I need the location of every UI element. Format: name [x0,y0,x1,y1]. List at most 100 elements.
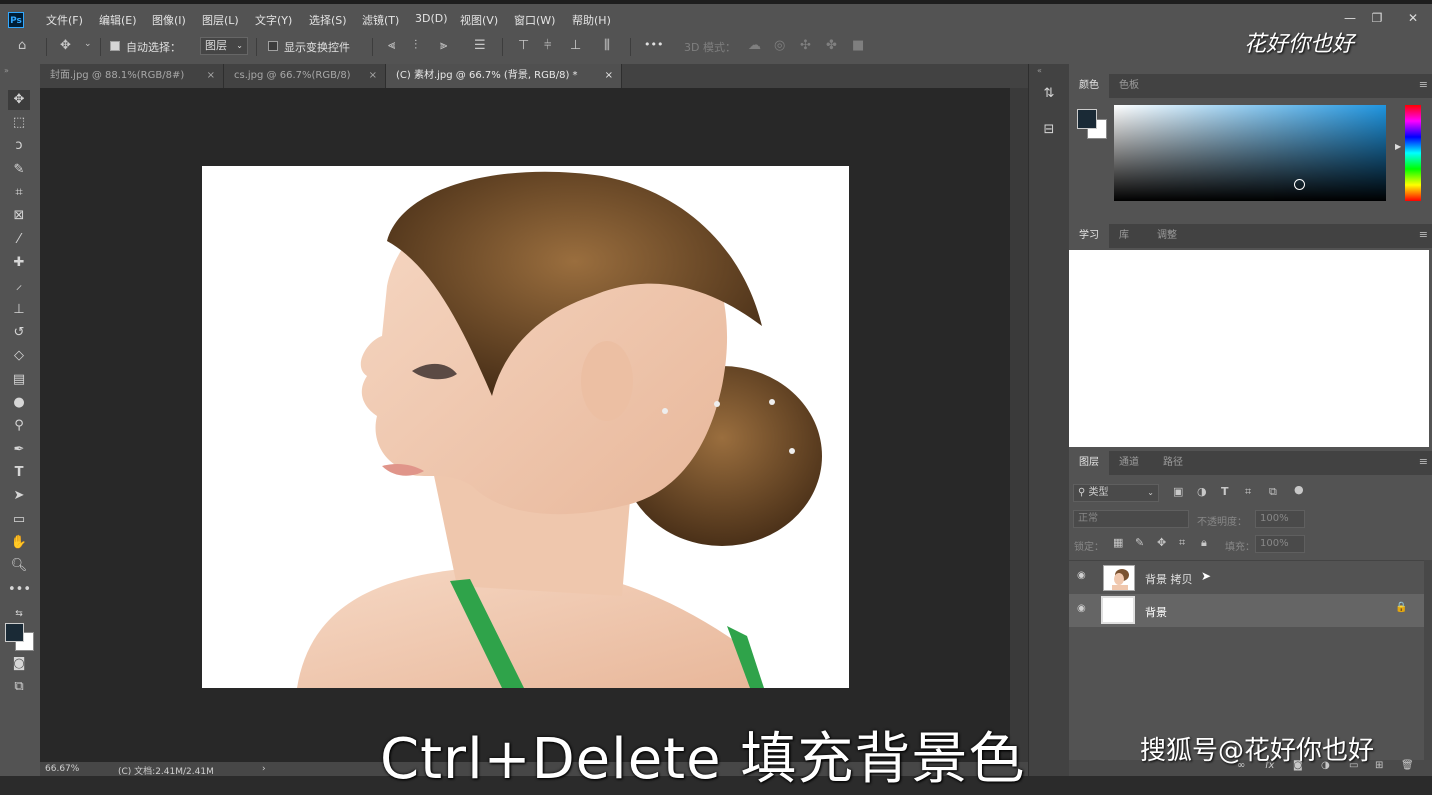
menu-3d[interactable]: 3D(D) [415,12,448,25]
blur-tool-icon[interactable]: ● [8,393,30,413]
menu-file[interactable]: 文件(F) [46,12,83,28]
document-canvas[interactable] [202,166,849,688]
tab-learn[interactable]: 学习 [1069,224,1109,248]
path-select-icon[interactable]: ➤ [8,486,30,506]
more-tools-icon[interactable]: ••• [8,580,31,600]
menu-image[interactable]: 图像(I) [152,12,186,28]
rectangle-tool-icon[interactable]: ▭ [8,510,30,530]
history-panel-icon[interactable]: ⇅ [1038,84,1060,104]
align-right-icon[interactable]: ⫸ [440,38,447,53]
quick-select-tool-icon[interactable]: ✎ [8,160,30,180]
chevron-down-icon[interactable]: ⌄ [84,39,92,49]
panel-menu-icon[interactable]: ≡ [1419,78,1428,91]
filter-pixel-icon[interactable]: ▣ [1173,485,1183,498]
foreground-color-swatch[interactable] [1077,109,1097,129]
lock-artboard-icon[interactable]: ⌗ [1179,536,1185,550]
hue-slider[interactable] [1405,105,1421,201]
blend-mode-dropdown[interactable]: 正常 [1073,510,1189,528]
tab-color[interactable]: 颜色 [1069,74,1109,98]
status-arrow-icon[interactable]: › [262,764,266,774]
tab-cover[interactable]: 封面.jpg @ 88.1%(RGB/8#) × [40,64,224,88]
filter-toggle-icon[interactable]: ● [1294,483,1304,496]
menu-layer[interactable]: 图层(L) [202,12,239,28]
distribute-vertical-icon[interactable]: ⫼ [604,38,610,53]
layers-scrollbar[interactable] [1424,560,1432,760]
tab-swatches[interactable]: 色板 [1109,74,1149,98]
tab-libraries[interactable]: 库 [1109,224,1139,248]
delete-layer-icon[interactable]: 🗑︎ [1401,760,1414,771]
menu-edit[interactable]: 编辑(E) [99,12,137,28]
minimize-button[interactable]: — [1339,10,1361,26]
distribute-icon[interactable]: ☰ [474,38,486,53]
restore-button[interactable]: ❐ [1366,10,1388,26]
foreground-color-swatch[interactable] [5,623,24,642]
collapse-icon[interactable]: « [1037,66,1042,75]
more-options-icon[interactable]: ••• [644,38,663,51]
new-layer-icon[interactable]: ⊞ [1375,760,1383,771]
align-middle-icon[interactable]: ⫩ [544,38,551,53]
vertical-scrollbar[interactable] [1010,88,1028,762]
filter-type-icon[interactable]: T [1221,485,1229,498]
stamp-tool-icon[interactable]: ⊥ [8,300,30,320]
menu-type[interactable]: 文字(Y) [255,12,292,28]
menu-filter[interactable]: 滤镜(T) [362,12,399,28]
tab-adjustments[interactable]: 调整 [1147,224,1187,248]
auto-select-target-dropdown[interactable]: 图层 ⌄ [200,37,248,55]
menu-window[interactable]: 窗口(W) [514,12,555,28]
eyedropper-tool-icon[interactable]: ⁄ [8,230,30,250]
close-icon[interactable]: × [605,64,613,88]
hand-tool-icon[interactable]: ✋ [8,533,30,553]
history-brush-icon[interactable]: ↺ [8,323,30,343]
screen-mode-icon[interactable]: ⧉ [8,677,30,697]
home-icon[interactable]: ⌂ [18,38,26,53]
eraser-tool-icon[interactable]: ◇ [8,346,30,366]
tab-paths[interactable]: 路径 [1153,451,1193,475]
layer-row-selected[interactable]: ◉ 背景 🔒 [1069,594,1424,627]
crop-tool-icon[interactable]: ⌗ [8,183,30,203]
visibility-eye-icon[interactable]: ◉ [1077,603,1086,614]
tab-cs[interactable]: cs.jpg @ 66.7%(RGB/8) × [224,64,386,88]
menu-help[interactable]: 帮助(H) [572,12,611,28]
menu-select[interactable]: 选择(S) [309,12,347,28]
close-icon[interactable]: × [207,64,215,88]
lock-all-icon[interactable]: 🔒︎ [1201,536,1207,550]
show-transform-checkbox[interactable] [268,41,278,51]
lasso-tool-icon[interactable]: ↄ [8,136,30,156]
brush-tool-icon[interactable]: ⸝ [8,276,30,296]
panel-menu-icon[interactable]: ≡ [1419,228,1428,241]
move-tool-icon[interactable]: ✥ [60,38,71,53]
panel-menu-icon[interactable]: ≡ [1419,455,1428,468]
tab-channels[interactable]: 通道 [1109,451,1149,475]
pen-tool-icon[interactable]: ✒ [8,440,30,460]
frame-tool-icon[interactable]: ⊠ [8,206,30,226]
healing-brush-icon[interactable]: ✚ [8,253,30,273]
menu-view[interactable]: 视图(V) [460,12,498,28]
gradient-tool-icon[interactable]: ▤ [8,370,30,390]
align-top-icon[interactable]: ⊤ [518,38,529,53]
filter-adjustment-icon[interactable]: ◑ [1197,485,1207,498]
marquee-tool-icon[interactable]: ⬚ [8,113,30,133]
layer-row[interactable]: ◉ 背景 拷贝 ➤ [1069,560,1424,594]
layer-filter-dropdown[interactable]: ⚲ 类型 ⌄ [1073,484,1159,502]
visibility-eye-icon[interactable]: ◉ [1077,570,1086,581]
type-tool-icon[interactable]: T [8,463,30,483]
tab-material[interactable]: (C) 素材.jpg @ 66.7% (背景, RGB/8) * × [386,64,622,88]
dodge-tool-icon[interactable]: ⚲ [8,416,30,436]
close-window-button[interactable]: ✕ [1402,10,1424,26]
lock-transparent-icon[interactable]: ▦ [1113,536,1123,549]
color-spectrum[interactable] [1114,105,1386,201]
tab-layers[interactable]: 图层 [1069,451,1109,475]
zoom-level[interactable]: 66.67% [45,764,79,774]
properties-panel-icon[interactable]: ⊟ [1038,120,1060,140]
collapse-icon[interactable]: » [4,66,9,75]
fill-field[interactable]: 100% [1255,535,1305,553]
swap-colors-icon[interactable]: ⇆ [8,604,30,624]
align-bottom-icon[interactable]: ⊥ [570,38,581,53]
filter-shape-icon[interactable]: ⌗ [1245,485,1251,499]
align-left-icon[interactable]: ⫷ [388,38,395,53]
close-icon[interactable]: × [369,64,377,88]
auto-select-checkbox[interactable] [110,41,120,51]
quick-mask-icon[interactable]: ◙ [8,654,30,674]
opacity-field[interactable]: 100% [1255,510,1305,528]
align-center-icon[interactable]: ⫶ [414,38,417,53]
